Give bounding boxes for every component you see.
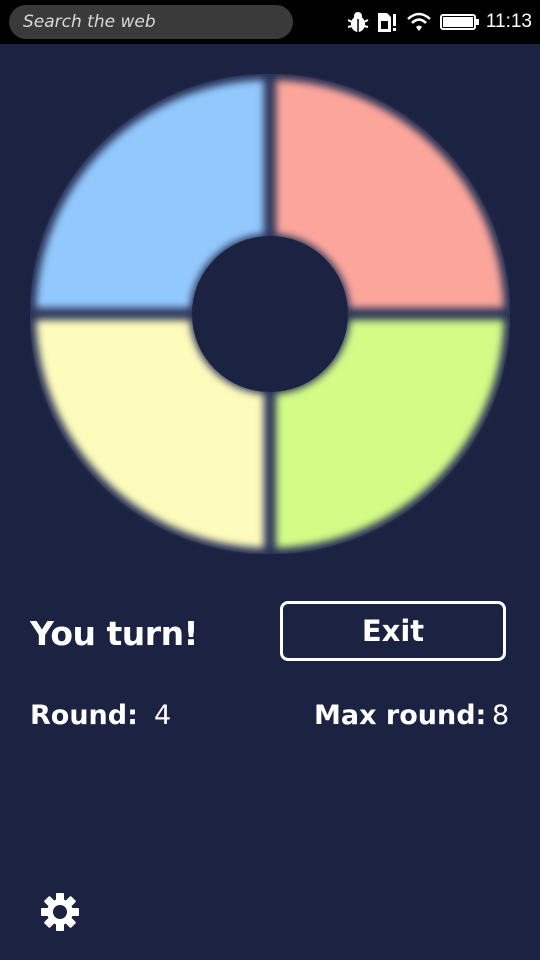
round-value: 4 xyxy=(154,700,172,731)
game-wheel xyxy=(30,74,510,554)
turn-message: You turn! xyxy=(30,614,199,653)
bug-icon xyxy=(346,10,370,34)
wifi-icon xyxy=(406,11,432,33)
status-bar: Search the web 11:13 xyxy=(0,0,540,44)
center-hub xyxy=(192,236,348,392)
search-placeholder: Search the web xyxy=(23,12,156,32)
sim-alert-icon xyxy=(376,10,398,34)
clock: 11:13 xyxy=(485,11,532,32)
battery-icon xyxy=(439,12,480,32)
status-icons: 11:13 xyxy=(346,0,540,44)
search-bar[interactable]: Search the web xyxy=(9,5,293,39)
max-round-label: Max round: xyxy=(314,700,487,731)
max-round-value: 8 xyxy=(492,700,510,731)
round-label: Round: xyxy=(30,700,138,731)
gear-icon[interactable] xyxy=(40,892,80,932)
exit-button[interactable]: Exit xyxy=(280,601,506,661)
